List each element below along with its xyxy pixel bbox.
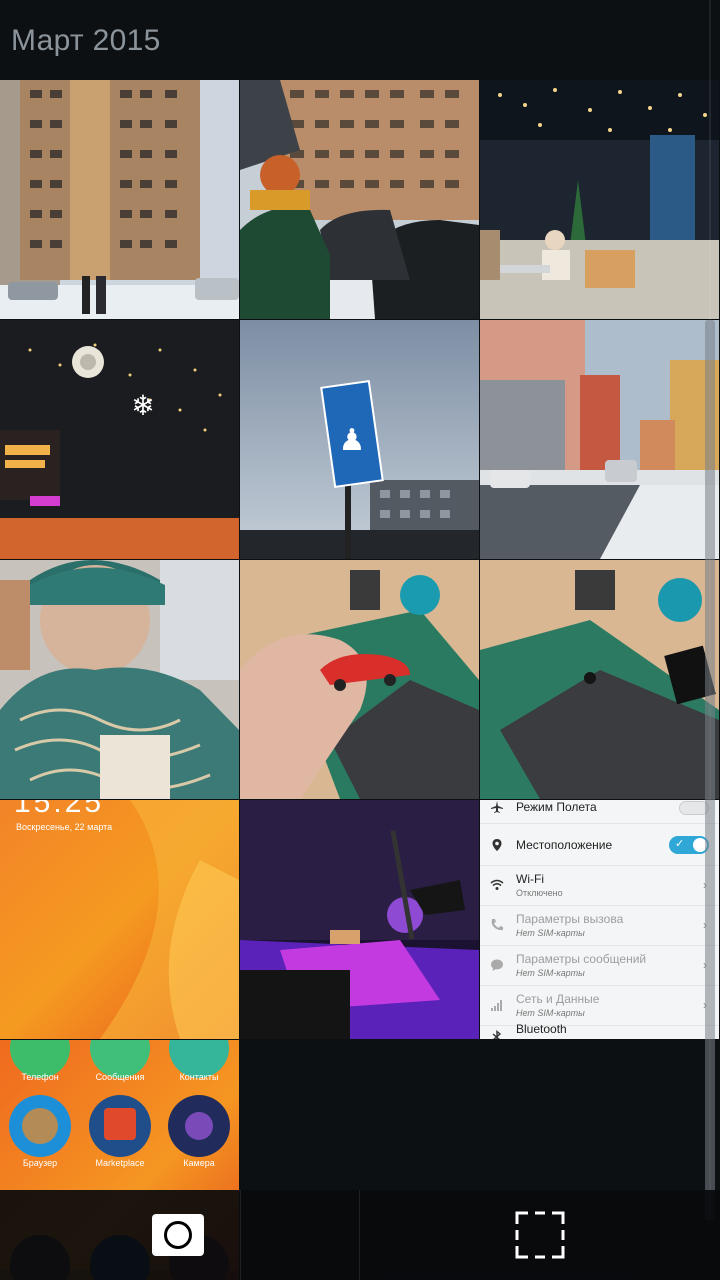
- thumbnail-road-sign[interactable]: ♟: [240, 320, 479, 559]
- thumbnail-settings[interactable]: Режим Полета Местоположение ✓ Wi-Fi Откл…: [480, 800, 719, 1039]
- location-toggle[interactable]: ✓: [669, 836, 709, 854]
- app-label-marketplace: Marketplace: [95, 1158, 145, 1168]
- bluetooth-icon: [490, 1030, 504, 1039]
- wifi-icon: [490, 878, 504, 892]
- settings-row-bluetooth[interactable]: Bluetooth: [480, 1022, 719, 1039]
- lockscreen-date: Воскресенье, 22 марта: [16, 822, 113, 832]
- location-pin-icon: [490, 838, 504, 852]
- gallery-header: Март 2015: [0, 0, 720, 80]
- bottom-toolbar: [0, 1190, 720, 1280]
- settings-row-wifi[interactable]: Wi-Fi Отключено ›: [480, 866, 719, 906]
- thumbnail-selfie[interactable]: [0, 560, 239, 799]
- signal-bars-icon: [490, 998, 504, 1012]
- thumbnail-building-winter[interactable]: [0, 80, 239, 319]
- thumbnail-person-cars[interactable]: [240, 80, 479, 319]
- page-title: Март 2015: [11, 24, 161, 57]
- settings-row-location[interactable]: Местоположение ✓: [480, 824, 719, 866]
- camera-shutter-icon: [164, 1221, 192, 1249]
- settings-row-calls[interactable]: Параметры вызова Нет SIM-карты ›: [480, 906, 719, 946]
- thumbnail-desk-lamp[interactable]: [240, 800, 479, 1039]
- thumbnail-mall-ceiling[interactable]: ❄: [0, 320, 239, 559]
- scrollbar-thumb[interactable]: [705, 320, 715, 1220]
- settings-row-messages[interactable]: Параметры сообщений Нет SIM-карты ›: [480, 946, 719, 986]
- scrollbar[interactable]: [705, 0, 715, 1280]
- settings-row-network[interactable]: Сеть и Данные Нет SIM-карты ›: [480, 986, 719, 1026]
- camera-button[interactable]: [152, 1214, 204, 1256]
- thumbnail-street-buildings[interactable]: [480, 320, 719, 559]
- svg-text:♟: ♟: [339, 423, 366, 458]
- thumbnail-food-court[interactable]: [480, 80, 719, 319]
- app-label-contacts: Контакты: [179, 1072, 219, 1082]
- app-label-camera: Камера: [183, 1158, 215, 1168]
- thumbnail-lockscreen[interactable]: 15:25 Воскресенье, 22 марта: [0, 800, 239, 1039]
- airplane-icon: [490, 800, 504, 814]
- app-label-phone: Телефон: [21, 1072, 59, 1082]
- message-icon: [490, 958, 504, 972]
- toolbar-divider: [240, 1190, 241, 1280]
- app-label-browser: Браузер: [22, 1158, 58, 1168]
- phone-icon: [490, 918, 504, 932]
- settings-row-airplane: Режим Полета: [480, 800, 719, 824]
- thumbnail-laptop-desk[interactable]: [480, 560, 719, 799]
- svg-text:❄: ❄: [131, 389, 154, 422]
- select-mode-button[interactable]: [514, 1210, 566, 1260]
- lockscreen-time: 15:25: [14, 800, 105, 819]
- toolbar-divider: [359, 1190, 360, 1280]
- thumbnail-toy-car-desk[interactable]: [240, 560, 479, 799]
- app-label-messages: Сообщения: [95, 1072, 145, 1082]
- select-frame-icon: [515, 1211, 565, 1259]
